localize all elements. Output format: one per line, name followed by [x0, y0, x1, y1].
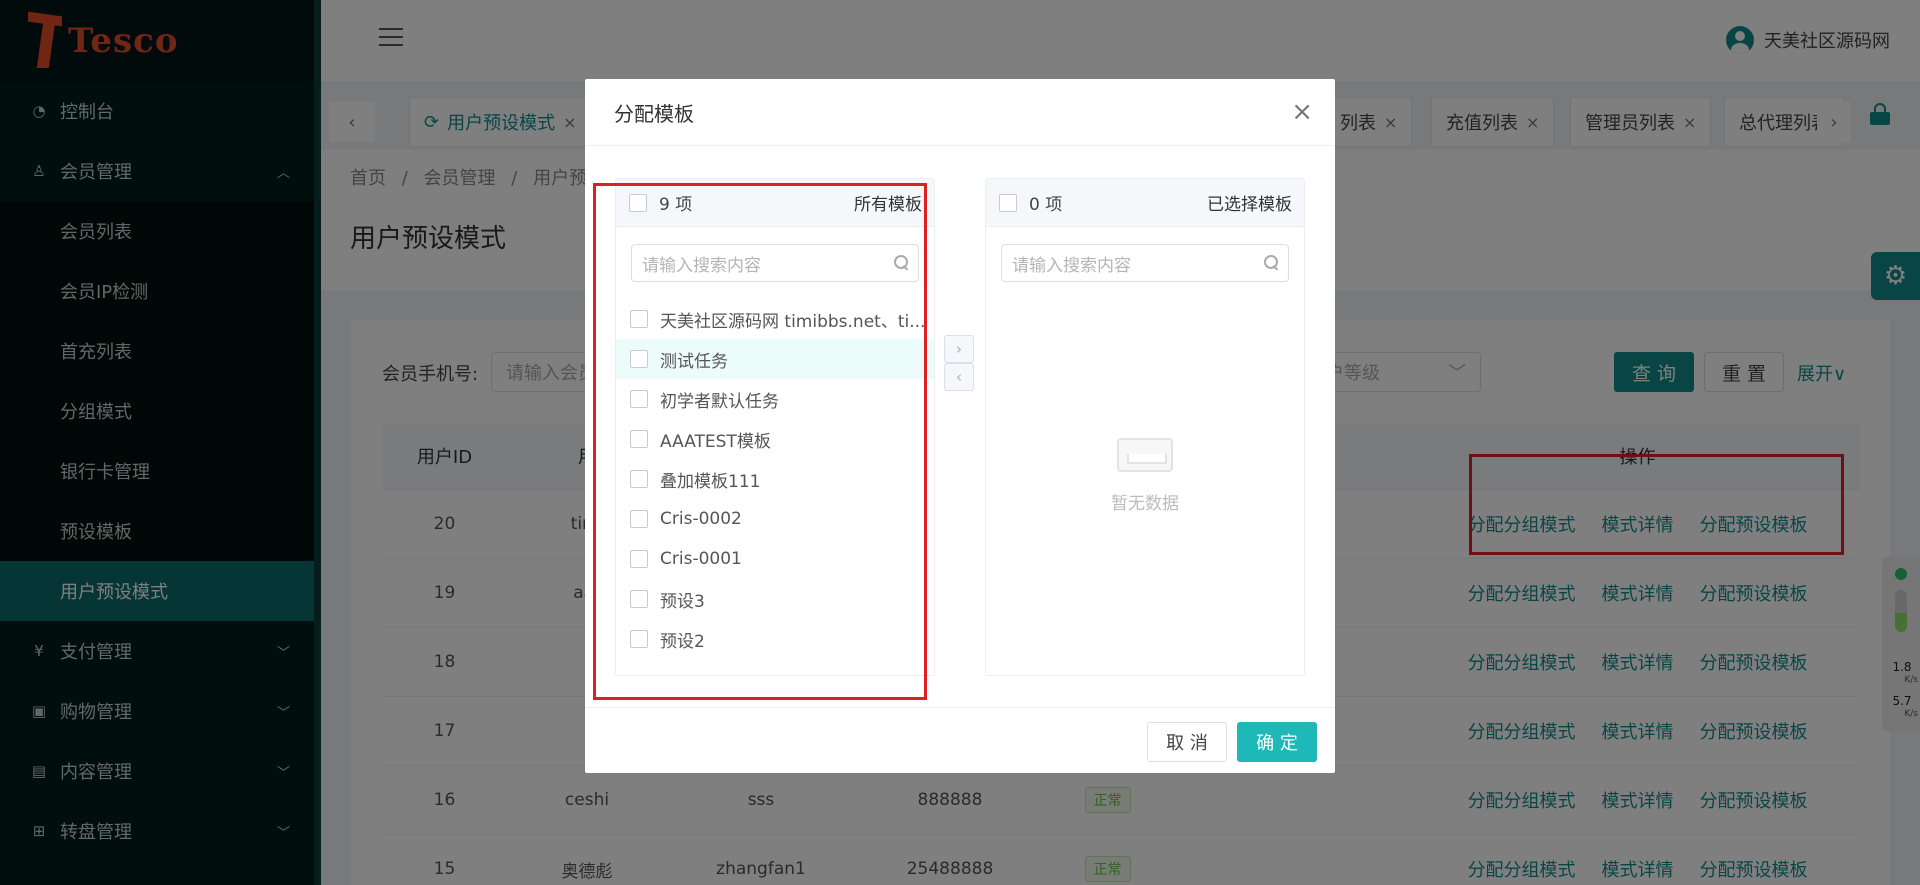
chevron-right-icon: ›	[956, 340, 962, 358]
source-count: 9 项	[659, 195, 693, 215]
item-label: Cris-0002	[660, 509, 742, 529]
item-checkbox[interactable]	[630, 390, 648, 408]
select-all-checkbox[interactable]	[629, 193, 647, 212]
empty-inbox-icon	[1111, 434, 1181, 474]
item-checkbox[interactable]	[630, 430, 648, 448]
item-label: 预设3	[660, 591, 705, 612]
item-label: 叠加模板111	[660, 471, 761, 492]
source-panel-header: 9 项 所有模板	[616, 179, 934, 227]
item-checkbox[interactable]	[630, 470, 648, 488]
move-right-button[interactable]: ›	[944, 335, 974, 363]
item-label: AAATEST模板	[660, 431, 771, 452]
list-item[interactable]: 天美社区源码网 timibbs.net、ti...	[616, 299, 934, 339]
source-list: 天美社区源码网 timibbs.net、ti... 测试任务初学者默认任务 AAAT…	[616, 299, 934, 659]
transfer-source-panel: 9 项 所有模板 请输入搜索内容 天美社区源码网 timibbs.net、ti.…	[615, 178, 935, 676]
target-search-input[interactable]: 请输入搜索内容	[1001, 244, 1289, 282]
search-icon	[894, 255, 908, 269]
select-all-checkbox[interactable]	[999, 193, 1017, 212]
list-item[interactable]: AAATEST模板	[616, 419, 934, 459]
list-item[interactable]: 初学者默认任务	[616, 379, 934, 419]
target-title: 已选择模板	[1207, 195, 1292, 215]
item-label: Cris-0001	[660, 549, 742, 569]
item-checkbox[interactable]	[630, 630, 648, 648]
item-checkbox[interactable]	[630, 350, 648, 368]
search-placeholder: 请输入搜索内容	[642, 255, 761, 276]
dialog-title: 分配模板	[614, 101, 694, 126]
item-checkbox[interactable]	[630, 310, 648, 328]
close-icon[interactable]: ×	[1291, 99, 1313, 125]
item-label: 天美社区源码网 timibbs.net、ti...	[660, 311, 926, 332]
transfer-target-panel: 0 项 已选择模板 请输入搜索内容 暂无数据	[985, 178, 1305, 676]
chevron-left-icon: ‹	[956, 368, 962, 386]
dialog-header: 分配模板 ×	[585, 79, 1335, 146]
list-item[interactable]: 叠加模板111	[616, 459, 934, 499]
item-label: 测试任务	[660, 351, 728, 372]
item-checkbox[interactable]	[630, 510, 648, 528]
cancel-button[interactable]: 取 消	[1147, 722, 1227, 762]
list-item[interactable]: 预设3	[616, 579, 934, 619]
confirm-button[interactable]: 确 定	[1237, 722, 1317, 762]
target-count: 0 项	[1029, 195, 1063, 215]
item-label: 初学者默认任务	[660, 391, 779, 412]
dialog-footer: 取 消 确 定	[585, 707, 1335, 773]
list-item[interactable]: 预设2	[616, 619, 934, 659]
source-title: 所有模板	[854, 195, 922, 215]
list-item[interactable]: Cris-0002	[616, 499, 934, 539]
target-panel-header: 0 项 已选择模板	[986, 179, 1304, 227]
move-left-button[interactable]: ‹	[944, 363, 974, 391]
item-checkbox[interactable]	[630, 550, 648, 568]
item-checkbox[interactable]	[630, 590, 648, 608]
empty-text: 暂无数据	[1111, 494, 1179, 514]
search-icon	[1264, 255, 1278, 269]
assign-template-dialog: 分配模板 × 9 项 所有模板 请输入搜索内容 天美社区源码网 timibbs.…	[585, 79, 1335, 773]
search-placeholder: 请输入搜索内容	[1012, 255, 1131, 276]
list-item[interactable]: 测试任务	[616, 339, 934, 379]
source-search-input[interactable]: 请输入搜索内容	[631, 244, 919, 282]
item-label: 预设2	[660, 631, 705, 652]
list-item[interactable]: Cris-0001	[616, 539, 934, 579]
